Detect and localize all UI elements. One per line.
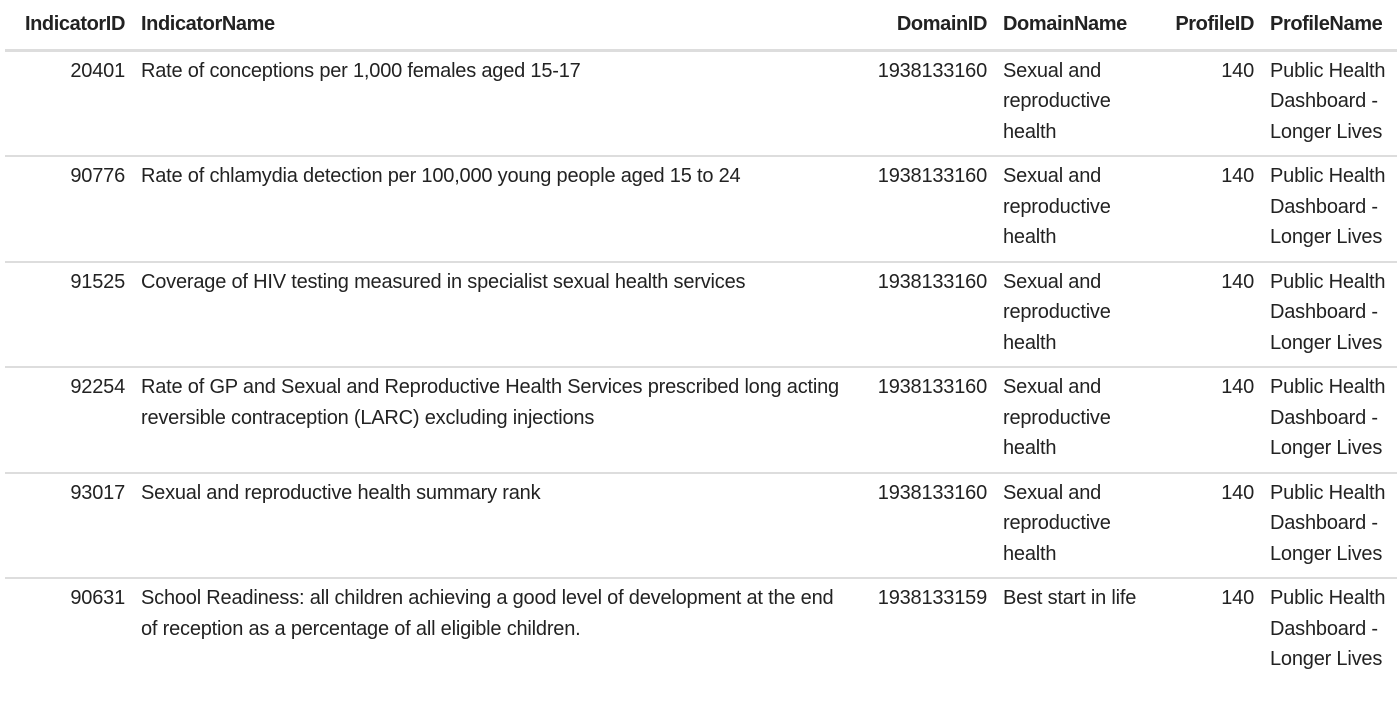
header-domain-name[interactable]: DomainName xyxy=(995,0,1149,52)
header-indicator-id[interactable]: IndicatorID xyxy=(5,0,133,52)
cell-domain-name: Sexual and reproductive health xyxy=(995,50,1149,157)
cell-profile-id: 140 xyxy=(1149,472,1262,579)
table-row: 91525 Coverage of HIV testing measured i… xyxy=(5,261,1397,368)
cell-indicator-name: Rate of chlamydia detection per 100,000 … xyxy=(133,156,860,263)
table-row: 90631 School Readiness: all children ach… xyxy=(5,578,1397,683)
table-row: 20401 Rate of conceptions per 1,000 fema… xyxy=(5,50,1397,157)
cell-indicator-name: School Readiness: all children achieving… xyxy=(141,587,834,640)
cell-indicator-name: Coverage of HIV testing measured in spec… xyxy=(133,261,860,368)
cell-domain-id: 1938133160 xyxy=(860,50,995,157)
cell-domain-id: 1938133160 xyxy=(860,156,995,263)
cell-profile-name: Public Health Dashboard - Longer Lives xyxy=(1262,50,1397,157)
cell-domain-id: 1938133160 xyxy=(860,367,995,474)
cell-profile-id: 140 xyxy=(1149,261,1262,368)
cell-profile-id: 140 xyxy=(1149,156,1262,263)
cell-domain-id: 1938133159 xyxy=(877,587,987,609)
header-profile-id[interactable]: ProfileID xyxy=(1149,0,1262,52)
cell-profile-name: Public Health Dashboard - Longer Lives xyxy=(1262,156,1397,263)
table-row: 90776 Rate of chlamydia detection per 10… xyxy=(5,156,1397,263)
cell-domain-name: Sexual and reproductive health xyxy=(995,367,1149,474)
cell-domain-name: Sexual and reproductive health xyxy=(995,472,1149,579)
cell-domain-id: 1938133160 xyxy=(860,261,995,368)
cell-profile-id: 140 xyxy=(1149,50,1262,157)
cell-profile-name: Public Health Dashboard - Longer Lives xyxy=(1262,367,1397,474)
cell-indicator-id: 91525 xyxy=(5,261,133,368)
indicators-table: IndicatorID IndicatorName DomainID Domai… xyxy=(5,0,1397,683)
cell-domain-name: Best start in life xyxy=(1003,587,1137,609)
cell-indicator-name: Rate of conceptions per 1,000 females ag… xyxy=(133,50,860,157)
cell-indicator-id: 90631 xyxy=(70,587,125,609)
cell-domain-id: 1938133160 xyxy=(860,472,995,579)
cell-profile-id: 140 xyxy=(1149,367,1262,474)
cell-indicator-name: Sexual and reproductive health summary r… xyxy=(133,472,860,579)
cell-indicator-id: 90776 xyxy=(5,156,133,263)
cell-domain-name: Sexual and reproductive health xyxy=(995,261,1149,368)
header-profile-name[interactable]: ProfileName xyxy=(1262,0,1397,52)
cell-indicator-name: Rate of GP and Sexual and Reproductive H… xyxy=(133,367,860,474)
cell-profile-name: Public Health Dashboard - Longer Lives xyxy=(1262,472,1397,579)
cell-profile-id: 140 xyxy=(1221,587,1254,609)
cell-indicator-id: 92254 xyxy=(5,367,133,474)
cell-profile-name: Public Health Dashboard - Longer Lives xyxy=(1270,587,1386,670)
table-row: 93017 Sexual and reproductive health sum… xyxy=(5,472,1397,579)
header-indicator-name[interactable]: IndicatorName xyxy=(133,0,860,52)
header-row: IndicatorID IndicatorName DomainID Domai… xyxy=(5,0,1397,52)
table-row: 92254 Rate of GP and Sexual and Reproduc… xyxy=(5,367,1397,474)
header-domain-id[interactable]: DomainID xyxy=(860,0,995,52)
cell-domain-name: Sexual and reproductive health xyxy=(995,156,1149,263)
cell-indicator-id: 93017 xyxy=(5,472,133,579)
cell-indicator-id: 20401 xyxy=(5,50,133,157)
cell-profile-name: Public Health Dashboard - Longer Lives xyxy=(1262,261,1397,368)
